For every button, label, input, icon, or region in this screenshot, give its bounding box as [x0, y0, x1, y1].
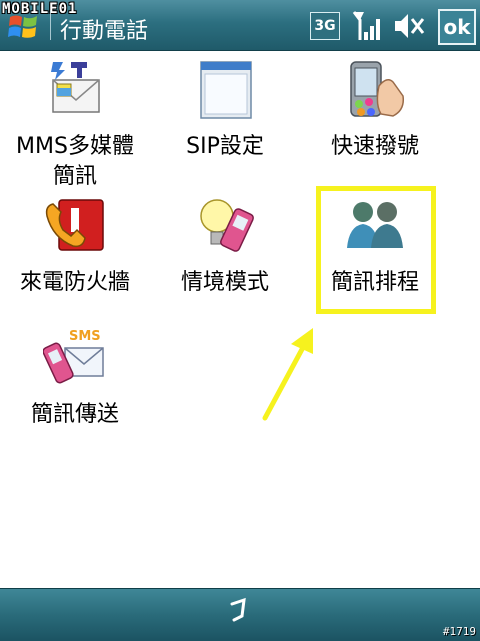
call-firewall-icon [45, 199, 104, 251]
profiles-label: 情境模式 [150, 268, 300, 298]
title-separator [50, 10, 51, 40]
sip-label-line-1: SIP設定 [186, 134, 264, 159]
sip-settings-item[interactable]: SIP設定 [150, 58, 300, 162]
mms-label-line-2: 簡訊 [52, 164, 97, 189]
title-bar: MOBILE01 行動電話 3G ok [0, 0, 480, 51]
windows-start-icon[interactable] [6, 9, 42, 43]
call-firewall-item[interactable]: 來電防火牆 [0, 194, 150, 298]
profiles-label-line-1: 情境模式 [180, 270, 269, 295]
profiles-item[interactable]: 情境模式 [150, 194, 300, 298]
ok-button[interactable]: ok [438, 9, 476, 45]
speed-dial-icon [350, 61, 405, 117]
call-firewall-label-line-1: 來電防火牆 [19, 270, 130, 295]
page-title: 行動電話 [60, 19, 149, 44]
signal-icon[interactable] [352, 10, 382, 42]
mms-settings-item[interactable]: MMS多媒體 簡訊 [0, 58, 150, 192]
volume-muted-icon[interactable] [392, 10, 426, 42]
highlight-box [316, 186, 436, 314]
speed-dial-label: 快速撥號 [300, 132, 450, 162]
speed-dial-item[interactable]: 快速撥號 [300, 58, 450, 162]
network-badge: 3G [310, 12, 340, 40]
mms-settings-icon [51, 62, 100, 113]
call-firewall-label: 來電防火牆 [0, 268, 150, 298]
sip-settings-icon [200, 61, 252, 119]
sip-settings-label: SIP設定 [150, 132, 300, 162]
profiles-icon [200, 199, 254, 252]
mms-label-line-1: MMS多媒體 [16, 134, 134, 159]
mms-settings-label: MMS多媒體 簡訊 [0, 132, 150, 192]
speed-dial-label-line-1: 快速撥號 [330, 134, 419, 159]
sms-icon-text: SMS [69, 329, 101, 344]
sms-send-icon: SMS [42, 329, 104, 384]
back-icon[interactable] [226, 596, 254, 624]
sms-send-label-line-1: 簡訊傳送 [30, 402, 119, 427]
image-watermark: #1719 [442, 625, 476, 638]
annotation-arrow-icon [262, 328, 313, 421]
sms-send-label: 簡訊傳送 [0, 400, 150, 430]
sms-send-item[interactable]: SMS 簡訊傳送 [0, 326, 150, 430]
